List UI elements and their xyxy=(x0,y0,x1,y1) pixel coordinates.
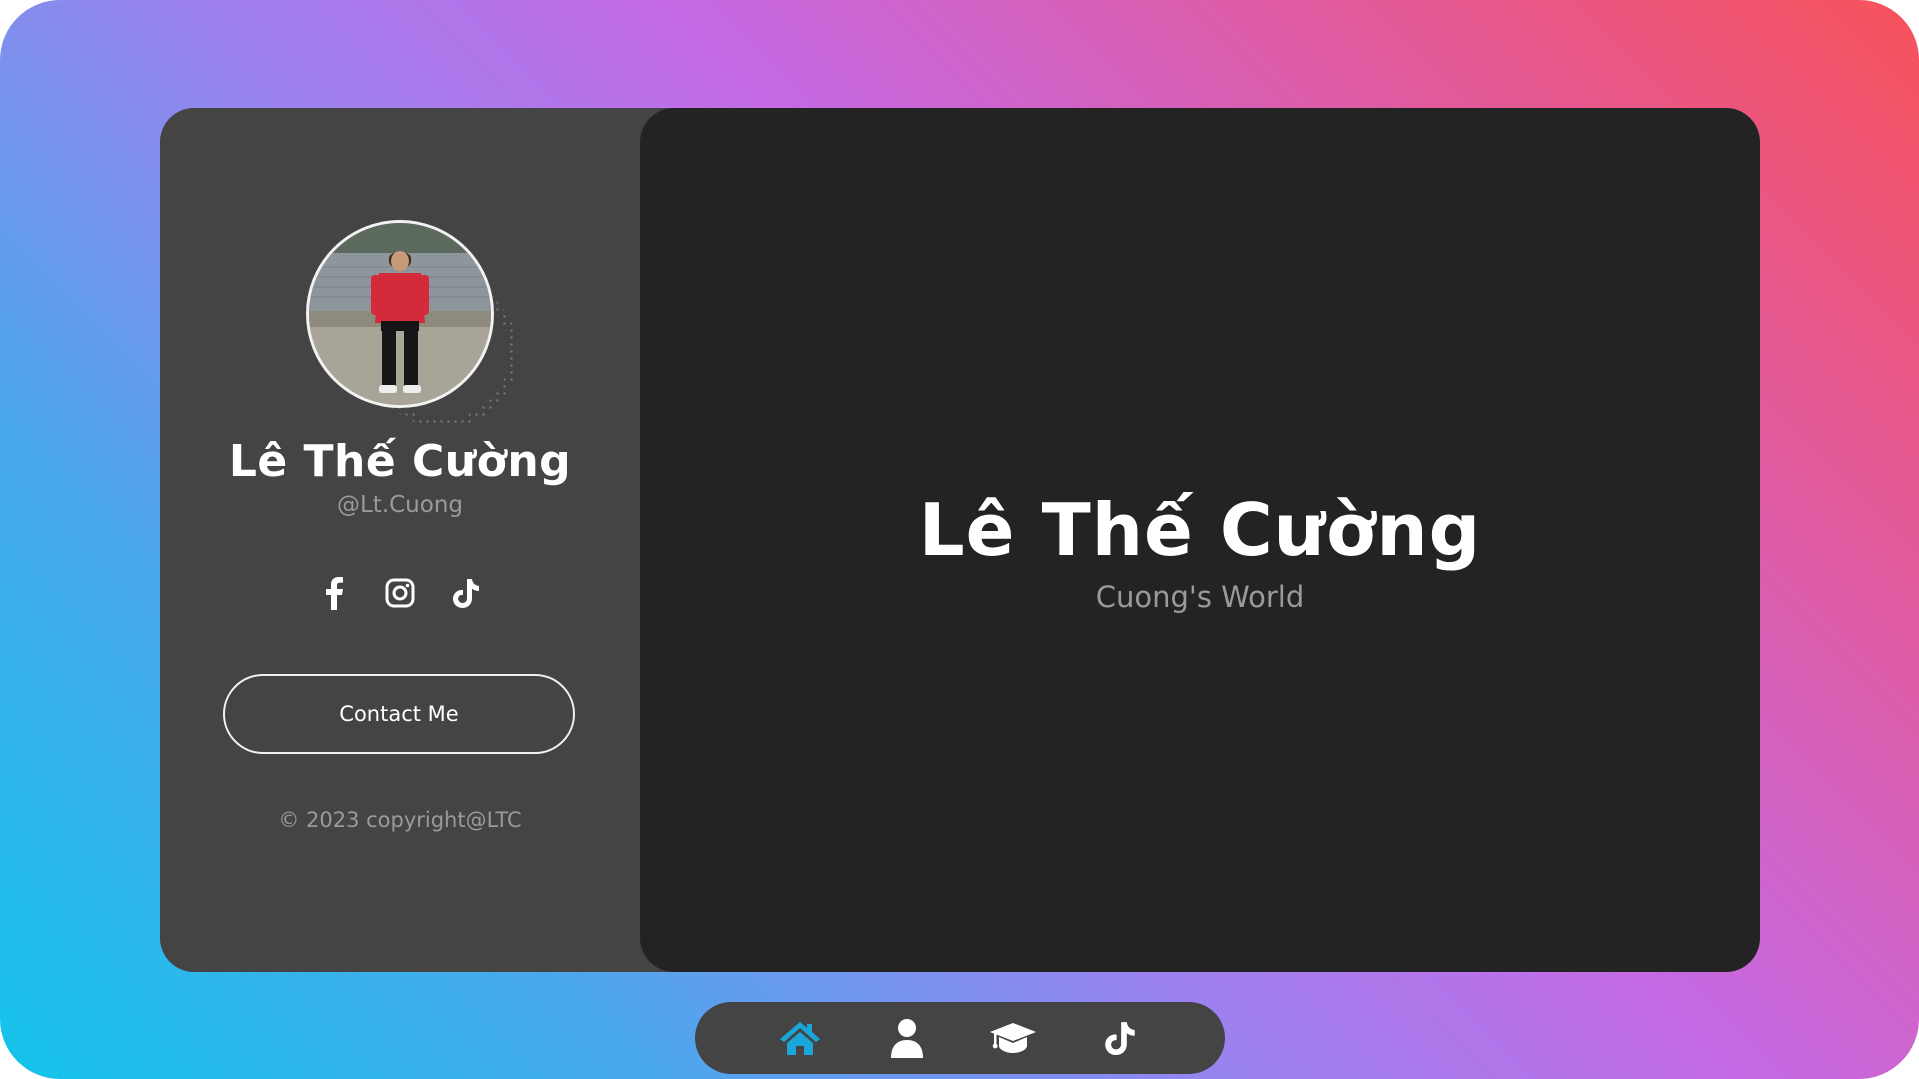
profile-name: Lê Thế Cường xyxy=(228,436,572,487)
avatar-photo xyxy=(309,223,491,405)
nav-tiktok[interactable] xyxy=(1096,1014,1144,1062)
facebook-icon[interactable] xyxy=(317,576,351,610)
main-title: Lê Thế Cường xyxy=(918,488,1482,572)
home-icon xyxy=(780,1022,821,1055)
tiktok-icon[interactable] xyxy=(449,576,483,610)
nav-about[interactable] xyxy=(883,1014,931,1062)
avatar-container xyxy=(306,220,518,428)
contact-me-button[interactable]: Contact Me xyxy=(223,674,575,754)
social-links xyxy=(160,576,640,610)
profile-handle: @Lt.Cuong xyxy=(336,492,464,518)
main-subtitle: Cuong's World xyxy=(1095,580,1305,614)
main-panel: Lê Thế Cường Cuong's World xyxy=(640,108,1760,972)
avatar xyxy=(306,220,494,408)
profile-card: Lê Thế Cường @Lt.Cuong Contact Me © 2023… xyxy=(160,108,1760,972)
graduation-cap-icon xyxy=(990,1023,1037,1053)
instagram-icon[interactable] xyxy=(383,576,417,610)
tiktok-icon xyxy=(1105,1022,1135,1055)
user-icon xyxy=(890,1019,923,1058)
nav-education[interactable] xyxy=(989,1014,1037,1062)
page-background: Lê Thế Cường @Lt.Cuong Contact Me © 2023… xyxy=(0,0,1919,1079)
nav-home[interactable] xyxy=(776,1014,824,1062)
bottom-nav xyxy=(695,1002,1225,1074)
copyright-text: © 2023 copyright@LTC xyxy=(278,808,522,832)
sidebar: Lê Thế Cường @Lt.Cuong Contact Me © 2023… xyxy=(160,108,640,972)
